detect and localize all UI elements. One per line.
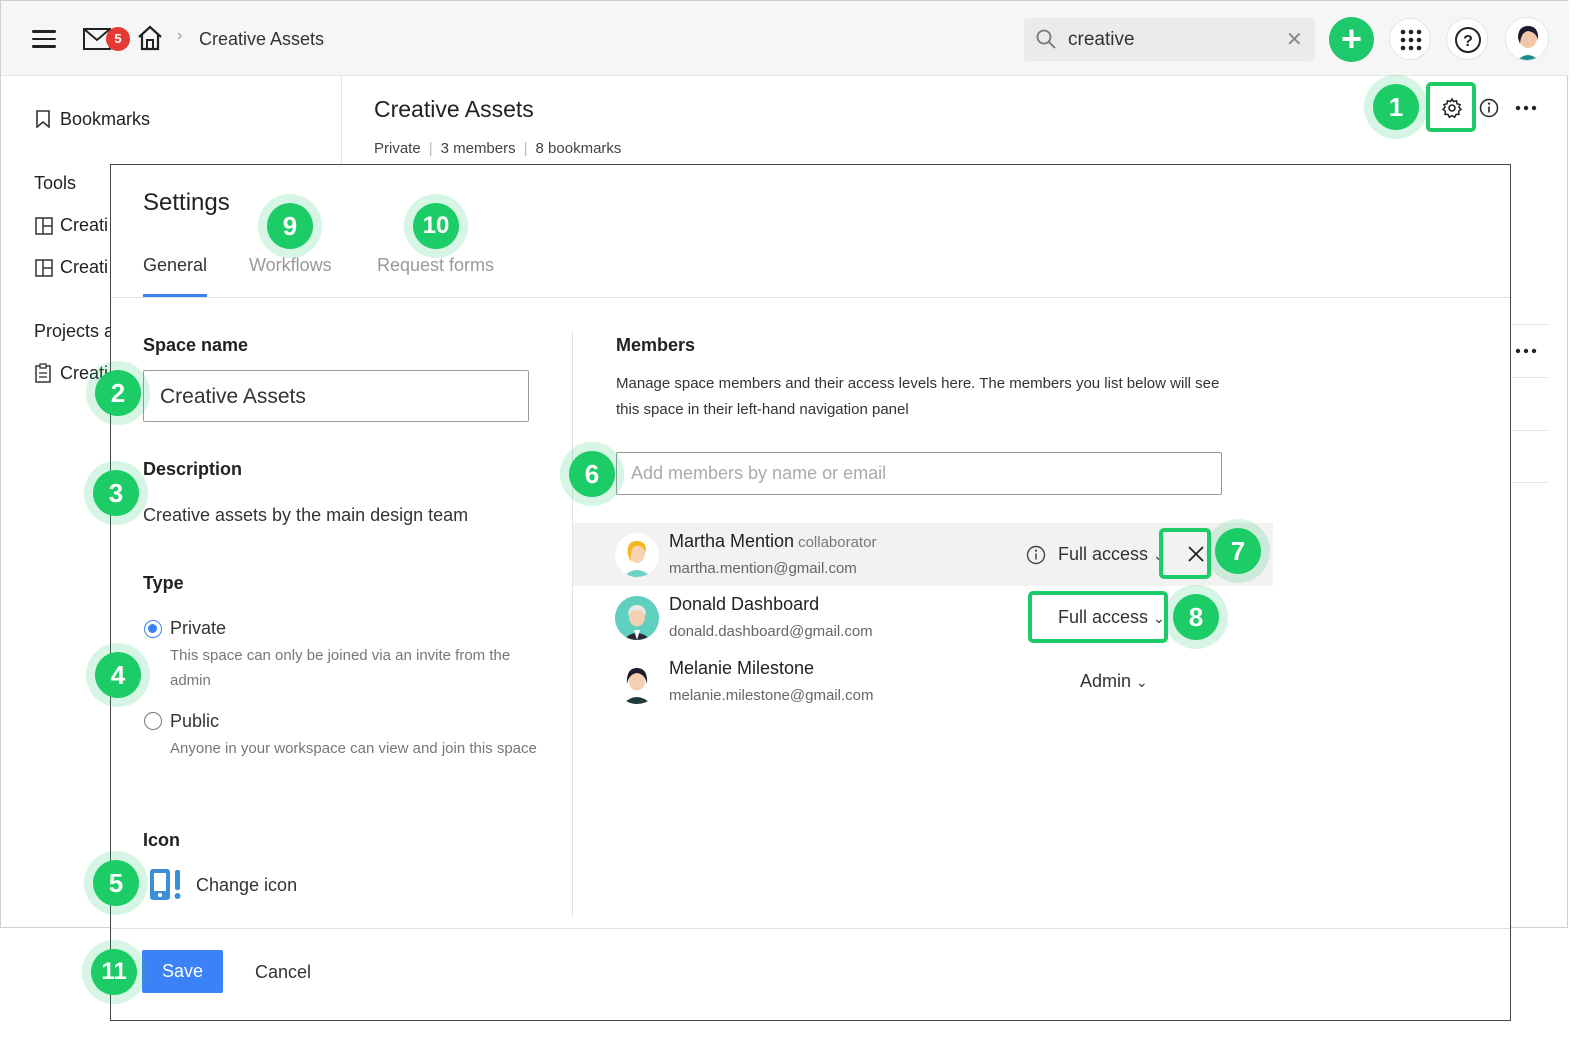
space-icon[interactable] <box>149 867 183 901</box>
clear-search-icon[interactable]: ✕ <box>1286 27 1303 52</box>
more-options-icon[interactable] <box>1515 347 1537 355</box>
public-radio[interactable] <box>144 712 162 730</box>
member-email: melanie.milestone@gmail.com <box>669 687 874 704</box>
callout-badge: 7 <box>1215 528 1261 574</box>
member-name: Donald Dashboard <box>669 594 820 614</box>
settings-modal: Settings General Workflows Request forms… <box>110 164 1511 1021</box>
tab-divider <box>111 297 1510 298</box>
sidebar-item-tool[interactable]: Creati <box>60 257 108 278</box>
modal-title: Settings <box>143 189 230 216</box>
sidebar-heading-projects: Projects a <box>34 321 115 341</box>
callout-badge: 8 <box>1173 594 1219 640</box>
callout-badge: 6 <box>569 451 615 497</box>
member-name: Melanie Milestone <box>669 658 815 678</box>
board-icon <box>35 217 53 235</box>
bookmark-icon <box>36 110 50 128</box>
public-help: Anyone in your workspace can view and jo… <box>170 740 537 757</box>
icon-label: Icon <box>143 830 181 850</box>
row-divider <box>1512 482 1548 483</box>
menu-icon[interactable] <box>32 25 56 53</box>
search-input[interactable]: creative <box>1068 29 1135 51</box>
tab-workflows[interactable]: Workflows <box>249 255 332 276</box>
member-email: donald.dashboard@gmail.com <box>669 623 873 640</box>
page-title: Creative Assets <box>374 96 534 122</box>
sidebar-heading-tools: Tools <box>34 173 77 193</box>
svg-text:?: ? <box>1463 33 1473 50</box>
cancel-button[interactable]: Cancel <box>255 962 311 983</box>
more-options-icon[interactable] <box>1515 104 1537 112</box>
apps-grid-icon[interactable] <box>1389 18 1431 60</box>
space-name-label: Space name <box>143 335 249 355</box>
description-value[interactable]: Creative assets by the main design team <box>143 505 468 526</box>
meta-bookmarks: 8 bookmarks <box>535 140 622 157</box>
members-label: Members <box>616 335 696 355</box>
highlight-remove <box>1159 528 1211 579</box>
save-button[interactable]: Save <box>142 950 223 993</box>
breadcrumb[interactable]: Creative Assets <box>199 29 324 50</box>
member-name: Martha Mention collaborator <box>669 531 877 551</box>
members-help: Manage space members and their access le… <box>616 375 1220 418</box>
meta-privacy: Private <box>374 140 421 157</box>
info-icon[interactable] <box>1479 98 1499 118</box>
footer-divider <box>111 928 1510 929</box>
tab-general[interactable]: General <box>143 255 207 276</box>
add-members-input[interactable]: Add members by name or email <box>616 452 1222 495</box>
highlight-settings <box>1426 82 1476 132</box>
home-icon[interactable] <box>137 25 163 51</box>
board-icon <box>35 259 53 277</box>
top-bar: 5 › Creative Assets creative ✕ + ? <box>1 1 1569 76</box>
meta-members[interactable]: 3 members <box>441 140 516 157</box>
callout-badge: 10 <box>413 203 459 249</box>
page-meta: Private | 3 members | 8 bookmarks <box>374 140 622 157</box>
callout-badge: 1 <box>1373 84 1419 130</box>
clipboard-icon <box>35 363 51 383</box>
callout-badge: 9 <box>267 203 313 249</box>
access-dropdown[interactable]: Admin ⌄ <box>1080 671 1148 692</box>
public-label[interactable]: Public <box>170 711 219 732</box>
member-avatar <box>615 533 659 577</box>
create-button[interactable]: + <box>1329 17 1374 62</box>
private-help: This space can only be joined via an inv… <box>170 647 511 689</box>
callout-badge: 3 <box>93 470 139 516</box>
member-row: Donald Dashboard donald.dashboard@gmail.… <box>573 586 1273 649</box>
search-icon <box>1036 29 1056 49</box>
type-label: Type <box>143 573 184 593</box>
mail-badge: 5 <box>106 27 130 51</box>
description-label: Description <box>143 459 243 479</box>
tab-request-forms[interactable]: Request forms <box>377 255 494 276</box>
row-divider <box>1512 324 1548 325</box>
chevron-down-icon: ⌄ <box>1136 674 1148 690</box>
member-email: martha.mention@gmail.com <box>669 560 857 577</box>
change-icon-link[interactable]: Change icon <box>196 875 297 896</box>
private-label[interactable]: Private <box>170 618 226 639</box>
help-icon[interactable]: ? <box>1446 18 1488 60</box>
sidebar-item-bookmarks[interactable]: Bookmarks <box>60 109 150 130</box>
user-avatar[interactable] <box>1505 17 1549 61</box>
row-divider <box>1512 430 1548 431</box>
member-row: Melanie Milestone melanie.milestone@gmai… <box>573 650 1273 713</box>
callout-badge: 2 <box>95 370 141 416</box>
sidebar-item-tool[interactable]: Creati <box>60 215 108 236</box>
private-radio[interactable] <box>144 620 162 638</box>
member-avatar <box>615 596 659 640</box>
search-box[interactable]: creative ✕ <box>1024 18 1315 61</box>
highlight-access <box>1028 591 1168 643</box>
chevron-right-icon: › <box>177 27 183 44</box>
callout-badge: 11 <box>91 949 137 995</box>
access-dropdown[interactable]: Full access ⌄ <box>1058 544 1165 565</box>
callout-badge: 4 <box>95 652 141 698</box>
member-role: collaborator <box>798 534 877 551</box>
callout-badge: 5 <box>93 860 139 906</box>
info-icon[interactable] <box>1026 545 1046 565</box>
row-divider <box>1512 377 1548 378</box>
member-avatar <box>615 660 659 704</box>
space-name-input[interactable]: Creative Assets <box>143 370 529 422</box>
